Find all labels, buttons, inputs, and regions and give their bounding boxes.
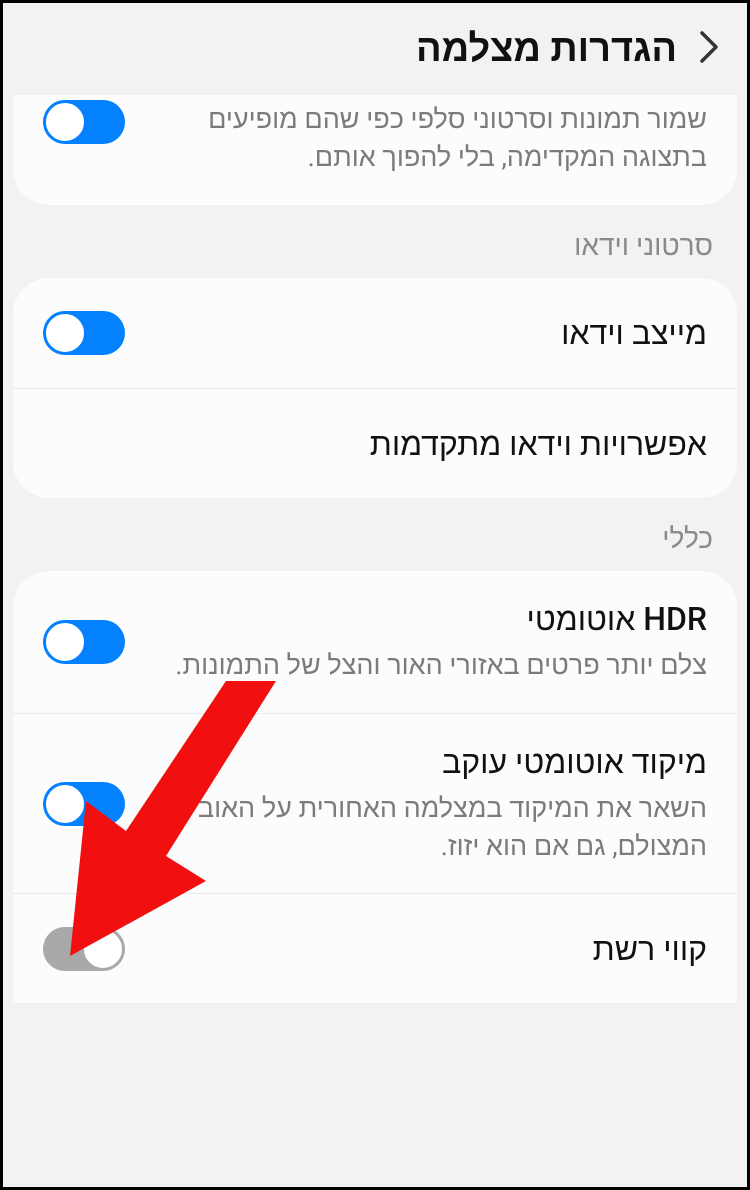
chevron-right-icon [699, 30, 719, 64]
setting-title: HDR אוטומטי [149, 599, 707, 639]
toggle-knob [44, 101, 86, 143]
toggle-video-stabilizer[interactable] [43, 311, 125, 355]
setting-tracking-autofocus[interactable]: מיקוד אוטומטי עוקב השאר את המיקוד במצלמה… [13, 713, 737, 894]
back-button[interactable] [677, 30, 719, 68]
setting-description: שמור תמונות וסרטוני סלפי כפי שהם מופיעים… [149, 101, 707, 177]
header: הגדרות מצלמה [3, 3, 747, 99]
setting-title: מייצב וידאו [149, 313, 707, 353]
page-title: הגדרות מצלמה [416, 27, 677, 71]
setting-title: אפשרויות וידאו מתקדמות [67, 424, 707, 464]
toggle-auto-hdr[interactable] [43, 620, 125, 664]
setting-gridlines[interactable]: קווי רשת [13, 893, 737, 1003]
toggle-knob [44, 783, 86, 825]
setting-title: קווי רשת [149, 929, 707, 969]
setting-save-selfie-as-preview[interactable]: שמור תמונות וסרטוני סלפי כפי שהם מופיעים… [13, 95, 737, 205]
toggle-knob [44, 312, 86, 354]
selfies-card: שמור תמונות וסרטוני סלפי כפי שהם מופיעים… [13, 95, 737, 205]
setting-description: השאר את המיקוד במצלמה האחורית על האובייק… [149, 790, 707, 866]
general-card: HDR אוטומטי צלם יותר פרטים באזורי האור ו… [13, 571, 737, 1003]
toggle-knob [44, 621, 86, 663]
toggle-knob [82, 928, 124, 970]
toggle-save-selfie-as-preview[interactable] [43, 100, 125, 144]
setting-advanced-video-options[interactable]: אפשרויות וידאו מתקדמות [13, 388, 737, 498]
setting-description: צלם יותר פרטים באזורי האור והצל של התמונ… [149, 647, 707, 685]
setting-auto-hdr[interactable]: HDR אוטומטי צלם יותר פרטים באזורי האור ו… [13, 571, 737, 713]
toggle-tracking-autofocus[interactable] [43, 782, 125, 826]
section-label-videos: סרטוני וידאו [3, 205, 747, 278]
setting-video-stabilizer[interactable]: מייצב וידאו [13, 278, 737, 388]
setting-title: מיקוד אוטומטי עוקב [149, 742, 707, 782]
videos-card: מייצב וידאו אפשרויות וידאו מתקדמות [13, 278, 737, 498]
toggle-gridlines[interactable] [43, 927, 125, 971]
section-label-general: כללי [3, 498, 747, 571]
